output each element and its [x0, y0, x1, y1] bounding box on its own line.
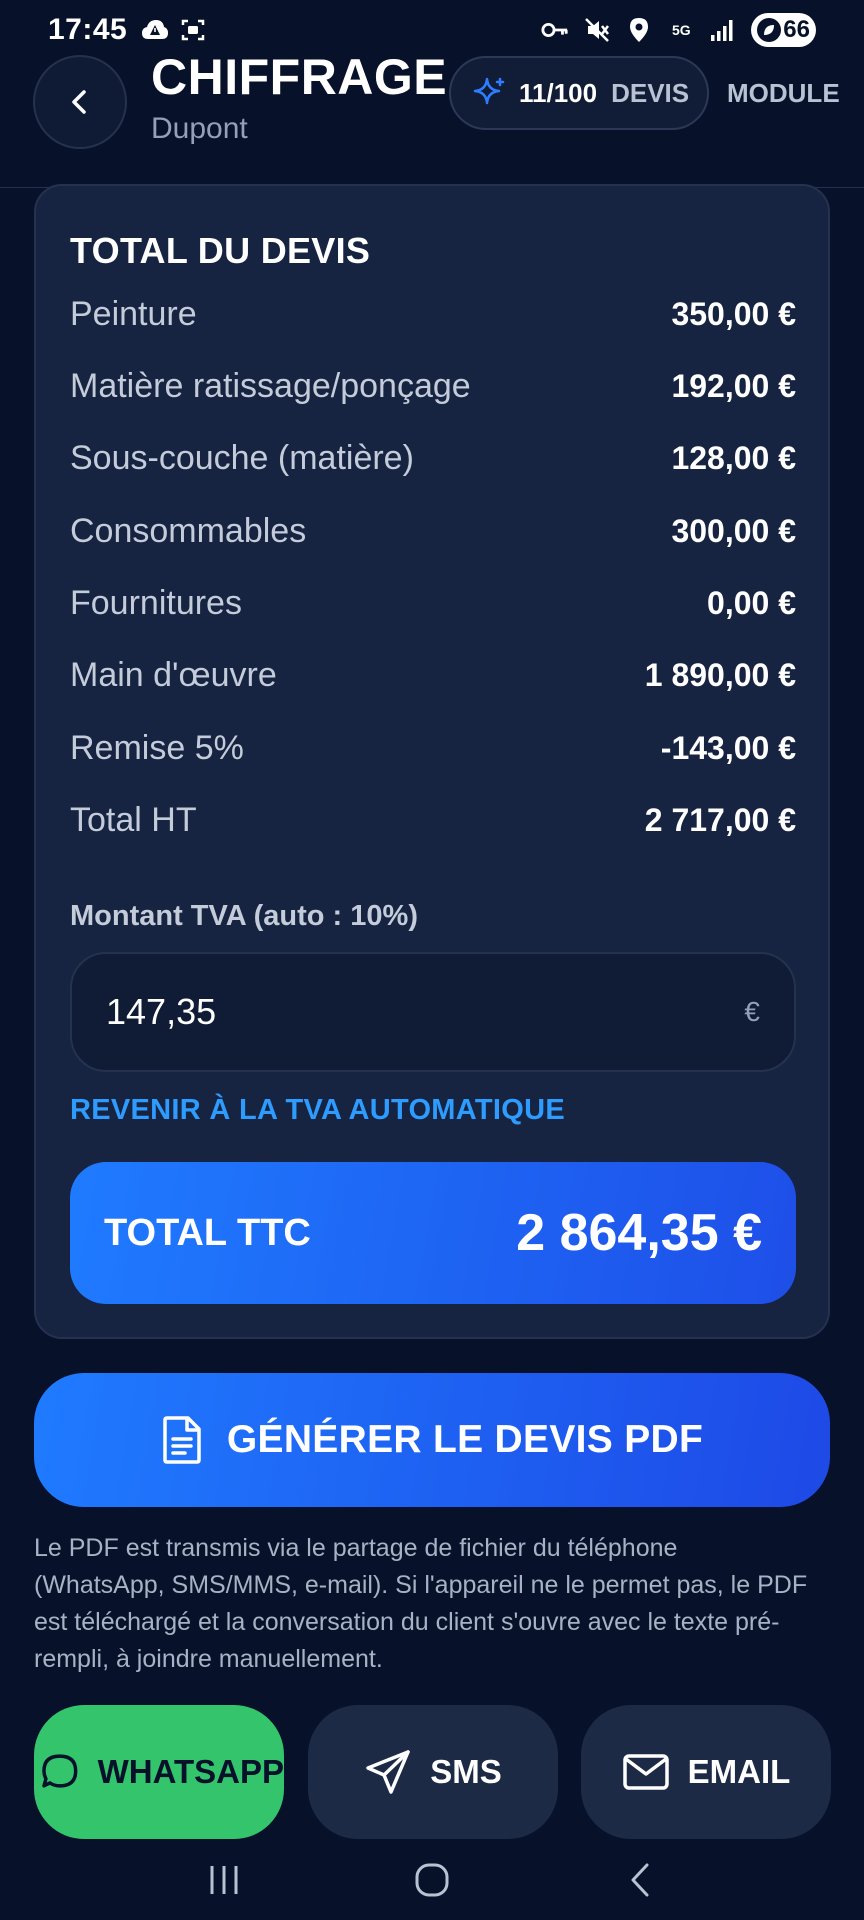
whatsapp-label: WHATSAPP [97, 1753, 284, 1790]
line-item-remise: Remise 5% -143,00 € [70, 723, 796, 773]
line-item-fournitures: Fournitures 0,00 € [70, 578, 796, 628]
line-label: Fournitures [70, 583, 242, 622]
quota-badge[interactable]: 11/100 DEVIS [449, 56, 709, 130]
quota-label: DEVIS [611, 77, 690, 108]
line-item-total-ht: Total HT 2 717,00 € [70, 795, 796, 845]
module-button[interactable]: MODULE [727, 78, 840, 109]
line-value: 128,00 € [671, 439, 796, 476]
line-value: 300,00 € [671, 512, 796, 549]
currency-suffix: € [744, 996, 760, 1027]
line-item-main-oeuvre: Main d'œuvre 1 890,00 € [70, 650, 796, 700]
line-item-peinture: Peinture 350,00 € [70, 289, 796, 339]
generate-pdf-button[interactable]: GÉNÉRER LE DEVIS PDF [34, 1373, 830, 1507]
home-button[interactable] [407, 1855, 457, 1905]
email-label: EMAIL [687, 1753, 791, 1790]
line-value: 350,00 € [671, 295, 796, 332]
battery-saver-icon [757, 18, 782, 42]
app-header: CHIFFRAGE ... Dupont 11/100 DEVIS MODULE [0, 40, 864, 188]
line-item-ratissage: Matière ratissage/ponçage 192,00 € [70, 361, 796, 411]
recent-apps-button[interactable] [199, 1855, 249, 1905]
back-chevron-icon [631, 1863, 649, 1897]
chevron-left-icon [72, 90, 86, 114]
pdf-info-text: Le PDF est transmis via le partage de fi… [34, 1534, 808, 1673]
line-value: 1 890,00 € [644, 656, 796, 693]
sms-button[interactable]: SMS [308, 1705, 558, 1839]
tva-label: Montant TVA (auto : 10%) [70, 900, 418, 932]
document-icon [163, 1416, 201, 1464]
card-title: TOTAL DU DEVIS [70, 230, 371, 271]
email-button[interactable]: EMAIL [581, 1705, 831, 1839]
sparkle-icon [473, 77, 505, 105]
chat-bubble-icon [42, 1754, 78, 1788]
ttc-value: 2 864,35 € [516, 1204, 762, 1262]
line-value: 2 717,00 € [644, 801, 796, 838]
line-item-consommables: Consommables 300,00 € [70, 506, 796, 556]
system-nav-bar [0, 1840, 864, 1920]
line-label: Matière ratissage/ponçage [70, 366, 471, 405]
line-label: Peinture [70, 294, 197, 333]
tva-field: € [70, 952, 796, 1072]
client-name: Dupont [151, 112, 248, 145]
revert-tva-link[interactable]: REVENIR À LA TVA AUTOMATIQUE [70, 1094, 565, 1127]
line-label: Remise 5% [70, 728, 244, 767]
line-label: Consommables [70, 511, 307, 550]
ttc-label: TOTAL TTC [104, 1211, 311, 1254]
line-item-sous-couche: Sous-couche (matière) 128,00 € [70, 433, 796, 483]
line-value: 192,00 € [671, 367, 796, 404]
tva-input[interactable] [106, 991, 745, 1033]
recent-apps-icon [210, 1866, 238, 1894]
send-icon [366, 1750, 410, 1794]
line-label: Main d'œuvre [70, 655, 277, 694]
line-value: 0,00 € [707, 584, 796, 621]
generate-pdf-label: GÉNÉRER LE DEVIS PDF [226, 1418, 704, 1461]
line-label: Total HT [70, 800, 197, 839]
sms-label: SMS [430, 1753, 502, 1790]
total-ttc-box: TOTAL TTC 2 864,35 € [70, 1162, 796, 1304]
home-icon [415, 1863, 449, 1897]
system-back-button[interactable] [615, 1855, 665, 1905]
mail-icon [622, 1754, 669, 1790]
quote-total-card: TOTAL DU DEVIS Peinture 350,00 € Matière… [34, 184, 830, 1339]
quota-count: 11/100 [519, 77, 598, 108]
whatsapp-button[interactable]: WHATSAPP [34, 1705, 284, 1839]
back-button[interactable] [33, 55, 127, 149]
line-label: Sous-couche (matière) [70, 438, 414, 477]
line-value: -143,00 € [660, 729, 796, 766]
